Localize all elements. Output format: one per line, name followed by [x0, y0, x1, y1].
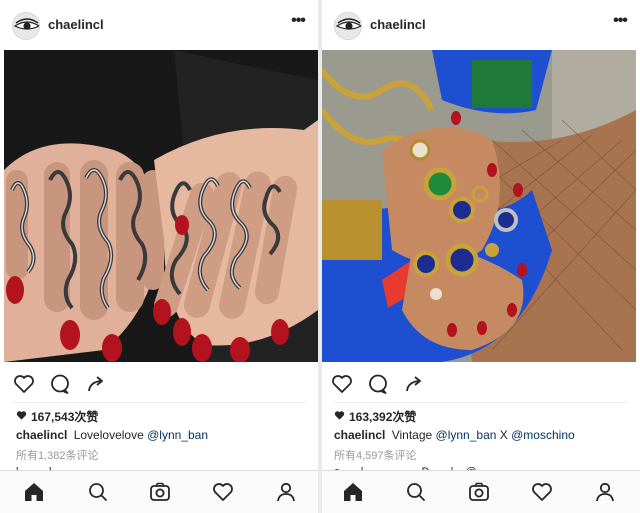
avatar[interactable]	[334, 12, 362, 40]
home-icon[interactable]	[341, 480, 365, 504]
divider	[12, 402, 306, 403]
divider	[334, 402, 628, 403]
caption-mention[interactable]: @moschino	[511, 428, 575, 442]
bottom-tab-bar	[0, 470, 318, 513]
heart-outline-icon[interactable]	[530, 480, 554, 504]
rings-hands-photo-right	[322, 50, 636, 362]
heart-filled-icon	[16, 410, 27, 424]
post-actions	[322, 368, 640, 400]
post-header: chaelincl •••	[322, 0, 640, 50]
share-arrow-icon[interactable]	[402, 372, 426, 396]
post-panel-right: chaelincl ••• 163,392次赞 chaelincl Vintag…	[322, 0, 640, 513]
heart-outline-icon[interactable]	[211, 480, 235, 504]
profile-icon[interactable]	[274, 480, 298, 504]
share-arrow-icon[interactable]	[84, 372, 108, 396]
caption-text: Lovelovelove	[73, 428, 144, 442]
rings-hands-photo-left	[4, 50, 318, 362]
view-all-comments-link[interactable]: 所有1,382条评论	[16, 447, 99, 463]
caption-mention[interactable]: @lynn_ban	[436, 428, 497, 442]
comment-bubble-icon[interactable]	[366, 372, 390, 396]
caption-username[interactable]: chaelincl	[334, 428, 385, 442]
caption-mention[interactable]: @lynn_ban	[147, 428, 208, 442]
post-username[interactable]: chaelincl	[48, 17, 104, 32]
post-panel-left: chaelincl ••• 167,543次赞 chaelincl Lovelo…	[0, 0, 318, 513]
bottom-tab-bar	[322, 470, 640, 513]
search-icon[interactable]	[86, 480, 110, 504]
caption-username[interactable]: chaelincl	[16, 428, 67, 442]
caption-connector: X	[499, 428, 508, 442]
avatar[interactable]	[12, 12, 40, 40]
likes-text: 163,392次赞	[349, 410, 417, 424]
comment-bubble-icon[interactable]	[48, 372, 72, 396]
heart-filled-icon	[334, 410, 345, 424]
post-photo[interactable]	[322, 50, 636, 362]
caption-text: Vintage	[391, 428, 433, 442]
home-icon[interactable]	[22, 480, 46, 504]
caption: chaelincl Lovelovelove @lynn_ban	[16, 428, 208, 442]
like-heart-icon[interactable]	[12, 372, 36, 396]
profile-icon[interactable]	[593, 480, 617, 504]
more-options-button[interactable]: •••	[608, 13, 632, 34]
post-actions	[0, 368, 318, 400]
post-header: chaelincl •••	[0, 0, 318, 50]
likes-count[interactable]: 167,543次赞	[16, 408, 98, 425]
like-heart-icon[interactable]	[330, 372, 354, 396]
likes-text: 167,543次赞	[31, 410, 99, 424]
more-options-button[interactable]: •••	[286, 13, 310, 34]
search-icon[interactable]	[404, 480, 428, 504]
likes-count[interactable]: 163,392次赞	[334, 408, 416, 425]
caption: chaelincl Vintage @lynn_ban X @moschino	[334, 428, 575, 442]
post-username[interactable]: chaelincl	[370, 17, 426, 32]
post-photo[interactable]	[4, 50, 318, 362]
view-all-comments-link[interactable]: 所有4,597条评论	[334, 447, 417, 463]
camera-icon[interactable]	[467, 480, 491, 504]
camera-icon[interactable]	[148, 480, 172, 504]
